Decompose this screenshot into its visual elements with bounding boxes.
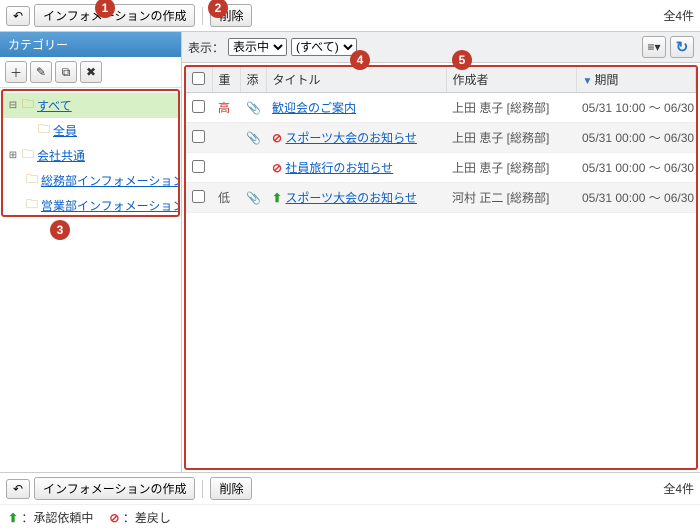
tree-item-link[interactable]: 全員 [53,122,77,139]
filter-label: 表示： [188,39,224,56]
tree-item[interactable]: ⊞🗀会社共通 [3,143,178,168]
refresh-icon: ↻ [676,38,689,56]
row-checkbox[interactable] [192,190,205,203]
sidebar: カテゴリー ＋ ✎ ⧉ ✖ ⊟🗀すべて🗀全員⊞🗀会社共通🗀総務部インフォメーショ… [0,32,182,472]
tree-toggle-icon[interactable]: ⊞ [7,150,19,161]
table-row[interactable]: 高 📎 歓迎会のご案内 上田 恵子 [総務部]05/31 10:00 ～ 06/30 … [186,93,696,123]
row-title-link[interactable]: スポーツ大会のお知らせ [285,131,417,145]
row-period: 05/31 10:00 ～ 06/30 12:00 [576,93,696,123]
info-list: 重 添 タイトル 作成者 ▼期間 高📎歓迎会のご案内上田 恵子 [総務部]05/… [184,65,698,470]
tree-item[interactable]: 🗀営業部インフォメーション [3,193,178,217]
tree-item-link[interactable]: 営業部インフォメーション [41,197,180,214]
total-count-bottom: 全4件 [663,480,694,497]
row-author: 上田 恵子 [総務部] [446,123,576,153]
filter-scope-select[interactable]: (すべて) [291,38,357,56]
legend-approving-label: ：承認依頼中 [21,511,93,525]
row-title-link[interactable]: 社員旅行のお知らせ [285,161,393,175]
folder-icon: 🗀 [22,95,34,116]
create-info-button-bottom[interactable]: インフォメーションの作成 [34,477,195,500]
tree-item-link[interactable]: 会社共通 [37,147,85,164]
attachment-icon: 📎 [246,131,261,145]
delete-button-bottom[interactable]: 削除 [210,477,252,500]
view-options-button[interactable]: ≡▾ [642,36,666,58]
row-author: 上田 恵子 [総務部] [446,153,576,183]
rejected-icon: ⊘ [272,161,282,175]
separator [202,480,203,498]
filter-status-select[interactable]: 表示中 [228,38,287,56]
table-row[interactable]: 📎 ⊘ スポーツ大会のお知らせ 上田 恵子 [総務部]05/31 00:00 ～ 0… [186,123,696,153]
callout-3: 3 [50,220,70,240]
table-row[interactable]: ⊘ 社員旅行のお知らせ 上田 恵子 [総務部]05/31 00:00 ～ 06/3… [186,153,696,183]
folder-icon: 🗀 [38,120,50,141]
folder-icon: 🗀 [22,145,34,166]
tree-item[interactable]: 🗀総務部インフォメーション [3,168,178,193]
table-row[interactable]: 低 📎 ⬆ スポーツ大会のお知らせ 河村 正二 [総務部]05/31 00:00 ～ … [186,183,696,213]
main-area: 表示： 表示中 (すべて) ≡▾ ↻ 重 添 タイトル 作成者 [182,32,700,472]
refresh-button[interactable]: ↻ [670,36,694,58]
row-checkbox[interactable] [192,100,205,113]
total-count: 全4件 [663,7,694,24]
sort-desc-icon: ▼ [583,76,593,87]
category-delete-button[interactable]: ✖ [80,61,102,83]
row-priority: 低 [212,183,240,213]
folder-icon: 🗀 [26,170,38,191]
tree-item-link[interactable]: すべて [37,97,72,114]
col-header-checkbox[interactable] [186,67,212,93]
row-priority: 高 [212,93,240,123]
approving-icon: ⬆ [272,191,282,205]
row-period: 05/31 00:00 ～ 06/30 18:00 [576,123,696,153]
category-add-button[interactable]: ＋ [5,61,27,83]
sidebar-tools: ＋ ✎ ⧉ ✖ [0,57,181,88]
row-checkbox[interactable] [192,130,205,143]
legend-approving-icon: ⬆ [8,511,18,525]
col-header-title[interactable]: タイトル [266,67,446,93]
tree-toggle-icon[interactable]: ⊟ [7,100,19,111]
attachment-icon: 📎 [246,101,261,115]
row-checkbox[interactable] [192,160,205,173]
legend-rejected-icon: ⊘ [109,511,119,525]
col-header-period[interactable]: ▼期間 [576,67,696,93]
separator [202,7,203,25]
folder-icon: 🗀 [26,195,38,216]
row-period: 05/31 00:00 ～ 06/30 23:00 [576,183,696,213]
back-button-bottom[interactable]: ↶ [6,479,30,499]
callout-5: 5 [452,50,472,70]
select-all-checkbox[interactable] [192,72,205,85]
row-title-link[interactable]: 歓迎会のご案内 [272,101,356,115]
row-author: 上田 恵子 [総務部] [446,93,576,123]
tree-item[interactable]: 🗀全員 [3,118,178,143]
row-priority [212,123,240,153]
attachment-icon: 📎 [246,191,261,205]
row-period: 05/31 00:00 ～ 06/30 23:00 [576,153,696,183]
legend: ⬆ ：承認依頼中 ⊘ ：差戻し [0,504,700,530]
back-button[interactable]: ↶ [6,6,30,26]
callout-4: 4 [350,50,370,70]
col-header-attachment[interactable]: 添 [240,67,266,93]
rejected-icon: ⊘ [272,131,282,145]
sidebar-header: カテゴリー [0,32,181,57]
col-header-author[interactable]: 作成者 [446,67,576,93]
category-edit-button[interactable]: ✎ [30,61,52,83]
col-header-priority[interactable]: 重 [212,67,240,93]
filter-bar: 表示： 表示中 (すべて) ≡▾ ↻ [182,32,700,63]
tree-item[interactable]: ⊟🗀すべて [3,93,178,118]
tree-item-link[interactable]: 総務部インフォメーション [41,172,180,189]
row-author: 河村 正二 [総務部] [446,183,576,213]
bottom-toolbar: ↶ インフォメーションの作成 削除 全4件 [0,472,700,504]
category-copy-button[interactable]: ⧉ [55,61,77,83]
row-title-link[interactable]: スポーツ大会のお知らせ [285,191,417,205]
category-tree: ⊟🗀すべて🗀全員⊞🗀会社共通🗀総務部インフォメーション🗀営業部インフォメーション… [0,88,181,472]
legend-rejected-label: ：差戻し [123,511,171,525]
row-priority [212,153,240,183]
